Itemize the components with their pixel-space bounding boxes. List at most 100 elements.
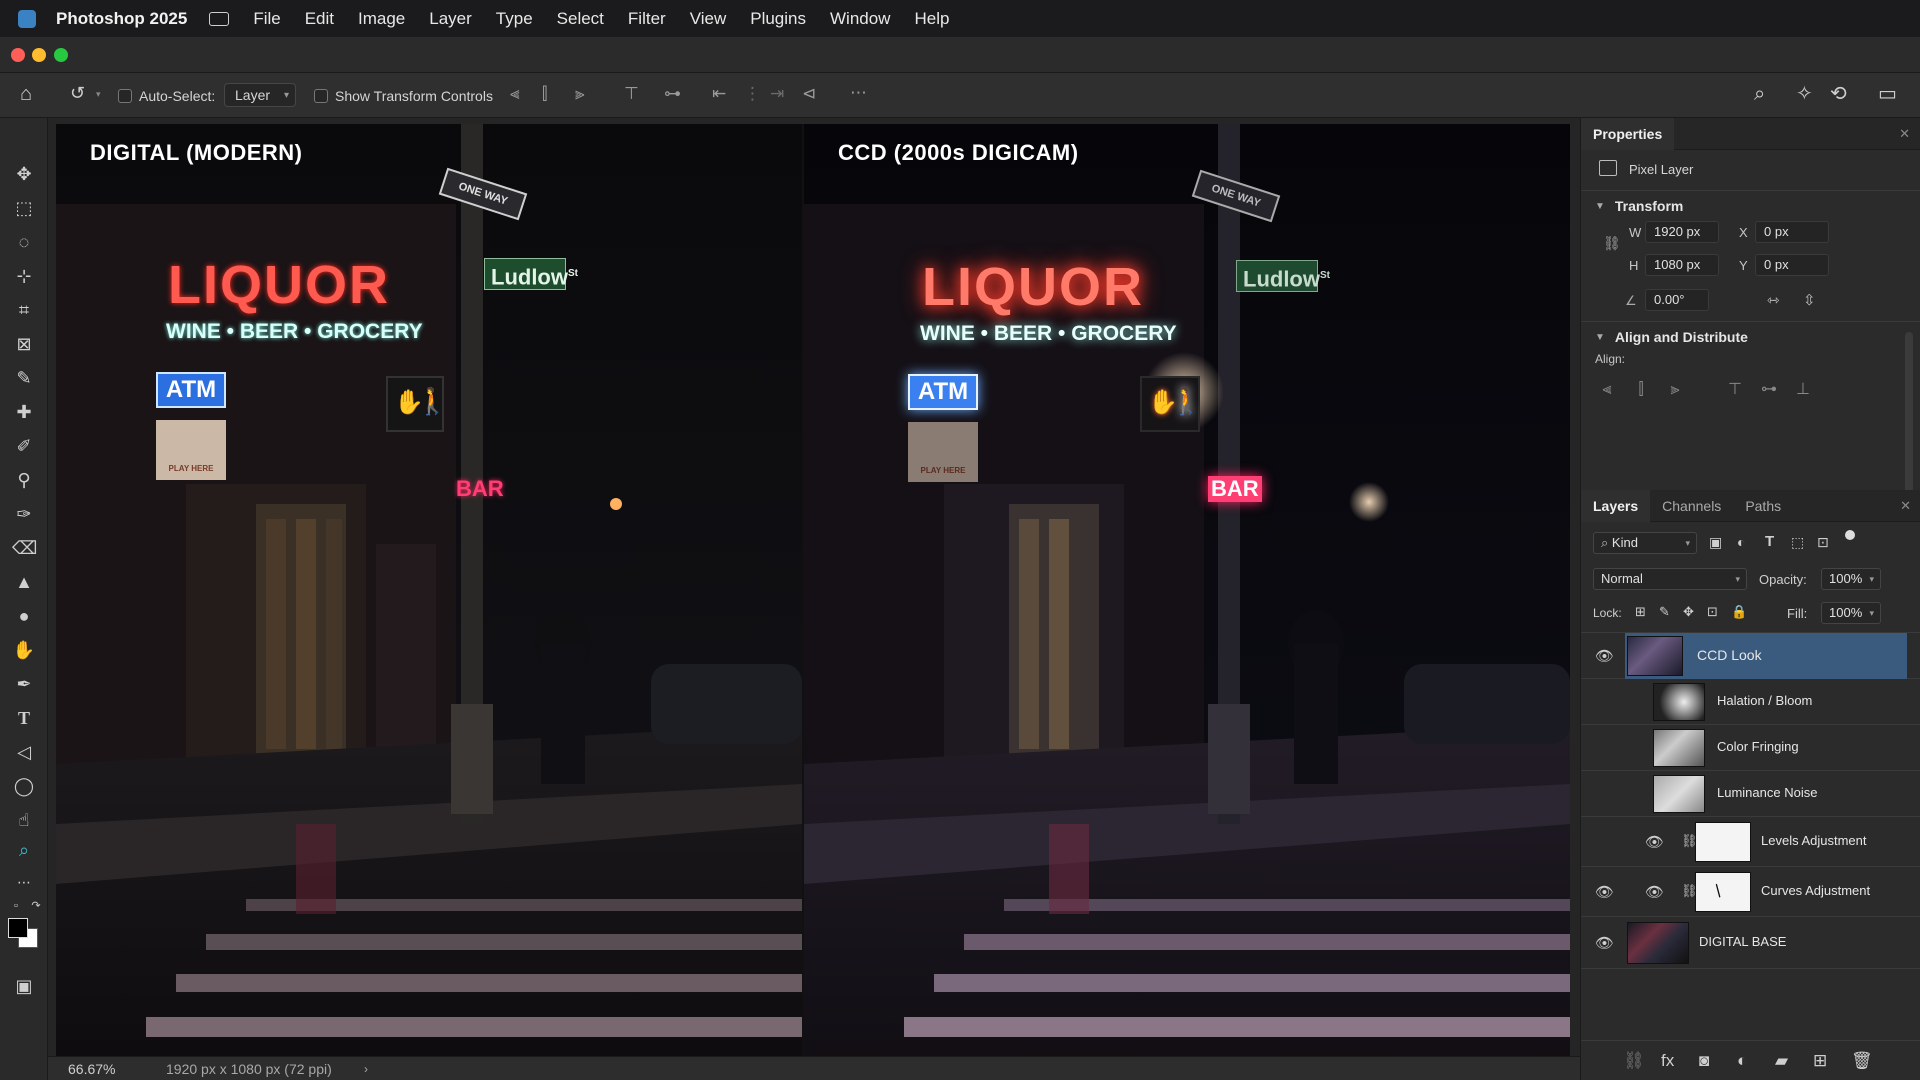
distribute-center-icon[interactable]: ⋮ — [744, 85, 761, 102]
photoshop-app-icon[interactable] — [18, 9, 36, 28]
menu-select[interactable]: Select — [557, 9, 604, 29]
lock-artboard-icon[interactable]: ⊡ — [1707, 604, 1718, 620]
align-top-icon[interactable]: ⊤ — [624, 85, 639, 102]
zoom-tool-icon[interactable]: ⌕ — [12, 838, 36, 862]
status-chevron-icon[interactable]: › — [364, 1062, 368, 1076]
x-position-field[interactable]: 0 px — [1755, 221, 1829, 243]
layer-row-curves-adjustment[interactable]: 👁 👁 ⛓ / Curves Adjustment — [1581, 867, 1920, 917]
delete-layer-icon[interactable]: 🗑 — [1851, 1051, 1873, 1071]
layers-panel-collapse-icon[interactable]: ✕ — [1900, 498, 1911, 514]
swap-colors-icon[interactable]: ↷ — [24, 894, 48, 918]
blur-tool-icon[interactable]: ● — [12, 604, 36, 628]
transform-section-header[interactable]: ▼ Transform — [1581, 191, 1920, 221]
auto-select-target-dropdown[interactable]: Layer ▾ — [224, 83, 296, 107]
document-info[interactable]: 1920 px x 1080 px (72 ppi) — [166, 1061, 332, 1077]
gradient-tool-icon[interactable]: ▲ — [12, 570, 36, 594]
visibility-eye-icon[interactable]: 👁 — [1645, 833, 1664, 851]
layer-style-icon[interactable]: fx — [1661, 1051, 1674, 1071]
fill-field[interactable]: 100% ▾ — [1821, 602, 1881, 624]
layer-name[interactable]: Color Fringing — [1717, 739, 1799, 754]
clone-stamp-tool-icon[interactable]: ⚲ — [12, 468, 36, 492]
learn-icon[interactable]: ✧ — [1796, 84, 1813, 104]
menu-help[interactable]: Help — [914, 9, 949, 29]
y-position-field[interactable]: 0 px — [1755, 254, 1829, 276]
align-h-centers-icon[interactable]: ⫿ — [1631, 380, 1651, 400]
preset-chevron-icon[interactable]: ▾ — [96, 89, 101, 100]
crop-tool-icon[interactable]: ⌗ — [12, 298, 36, 322]
tab-properties[interactable]: Properties — [1581, 117, 1675, 150]
visibility-eye-icon[interactable]: 👁 — [1595, 883, 1614, 901]
screen-share-icon[interactable] — [209, 11, 230, 26]
link-layers-icon[interactable]: ⛓ — [1623, 1051, 1645, 1071]
layer-name[interactable]: Halation / Bloom — [1717, 693, 1812, 708]
app-name[interactable]: Photoshop 2025 — [56, 9, 187, 29]
align-bottom-edges-icon[interactable]: ⊥ — [1793, 380, 1813, 400]
link-proportions-icon[interactable]: ⛓ — [1603, 235, 1621, 252]
canvas-area[interactable]: DIGITAL (MODERN) LIQUOR WINE • BEER • GR… — [48, 118, 1580, 1056]
hand-tool-icon[interactable]: ☝ — [12, 808, 36, 832]
align-left-edges-icon[interactable]: ⫷ — [1597, 380, 1617, 400]
align-left-icon[interactable]: ⫷ — [510, 85, 520, 102]
align-right-icon[interactable]: ⫸ — [575, 85, 585, 102]
move-tool-preset-icon[interactable]: ↺ — [70, 84, 85, 102]
lock-position-icon[interactable]: ✥ — [1683, 604, 1694, 620]
layer-row-digital-base[interactable]: 👁 DIGITAL BASE — [1581, 917, 1920, 969]
healing-brush-tool-icon[interactable]: ✚ — [12, 400, 36, 424]
layer-row-ccd-look[interactable]: 👁 CCD Look — [1581, 633, 1920, 679]
filter-toggle-icon[interactable] — [1845, 530, 1855, 540]
tab-channels[interactable]: Channels — [1650, 490, 1733, 522]
menu-file[interactable]: File — [253, 9, 280, 29]
history-brush-tool-icon[interactable]: ✑ — [12, 502, 36, 526]
visibility-eye-icon[interactable]: 👁 — [1645, 883, 1664, 901]
minimize-window-button[interactable] — [32, 48, 46, 62]
lock-transparent-icon[interactable]: ⊞ — [1635, 604, 1646, 620]
filter-type-icon[interactable]: T — [1765, 533, 1774, 550]
shape-tool-icon[interactable]: ◯ — [12, 774, 36, 798]
search-icon[interactable]: ⌕ — [1754, 84, 1765, 104]
auto-select-checkbox[interactable] — [118, 89, 132, 103]
marquee-tool-icon[interactable]: ⬚ — [12, 196, 36, 220]
align-right-edges-icon[interactable]: ⫸ — [1665, 380, 1685, 400]
frame-tool-icon[interactable]: ⊠ — [12, 332, 36, 356]
filter-smart-object-icon[interactable]: ⊡ — [1817, 534, 1829, 551]
align-top-edges-icon[interactable]: ⊤ — [1725, 380, 1745, 400]
eraser-tool-icon[interactable]: ⌫ — [12, 536, 37, 560]
flip-vertical-icon[interactable]: ⇳ — [1803, 291, 1816, 309]
tab-layers[interactable]: Layers — [1581, 489, 1651, 522]
visibility-eye-icon[interactable]: 👁 — [1595, 934, 1614, 952]
layer-name[interactable]: CCD Look — [1697, 647, 1762, 663]
move-tool-icon[interactable]: ✥ — [12, 162, 36, 186]
align-to-selection-icon[interactable]: ⊲ — [802, 85, 816, 102]
lock-all-icon[interactable]: 🔒 — [1731, 604, 1747, 620]
layer-name[interactable]: DIGITAL BASE — [1699, 934, 1786, 949]
pen-tool-icon[interactable]: ✒ — [12, 672, 36, 696]
digital-modern-photo[interactable]: DIGITAL (MODERN) LIQUOR WINE • BEER • GR… — [56, 124, 802, 1056]
add-mask-icon[interactable]: ◙ — [1699, 1051, 1709, 1071]
align-middle-icon[interactable]: ⊶ — [664, 85, 681, 102]
properties-scrollbar[interactable] — [1905, 332, 1913, 512]
menu-plugins[interactable]: Plugins — [750, 9, 806, 29]
menu-type[interactable]: Type — [496, 9, 533, 29]
filter-shape-icon[interactable]: ⬚ — [1791, 534, 1804, 551]
workspace-icon[interactable]: ▭ — [1878, 84, 1897, 104]
angle-field[interactable]: 0.00° — [1645, 289, 1709, 311]
menu-filter[interactable]: Filter — [628, 9, 666, 29]
zoom-level[interactable]: 66.67% — [68, 1061, 115, 1077]
share-icon[interactable]: ⟲ — [1830, 84, 1847, 104]
menu-view[interactable]: View — [690, 9, 727, 29]
opacity-field[interactable]: 100% ▾ — [1821, 568, 1881, 590]
new-group-icon[interactable]: ▰ — [1775, 1051, 1788, 1071]
menu-image[interactable]: Image — [358, 9, 405, 29]
flip-horizontal-icon[interactable]: ⇿ — [1767, 291, 1780, 309]
brush-tool-icon[interactable]: ✐ — [12, 434, 36, 458]
visibility-eye-icon[interactable]: 👁 — [1595, 647, 1614, 665]
filter-pixel-icon[interactable]: ▣ — [1709, 534, 1722, 551]
filter-adjustment-icon[interactable]: ◐ — [1737, 534, 1745, 550]
zoom-window-button[interactable] — [54, 48, 68, 62]
filter-kind-dropdown[interactable]: ⌕ Kind ▾ — [1593, 532, 1697, 554]
lasso-tool-icon[interactable]: ◌ — [12, 230, 36, 254]
new-adjustment-icon[interactable]: ◐ — [1737, 1051, 1747, 1071]
close-window-button[interactable] — [11, 48, 25, 62]
layer-name[interactable]: Curves Adjustment — [1761, 883, 1870, 898]
tab-paths[interactable]: Paths — [1733, 490, 1793, 522]
